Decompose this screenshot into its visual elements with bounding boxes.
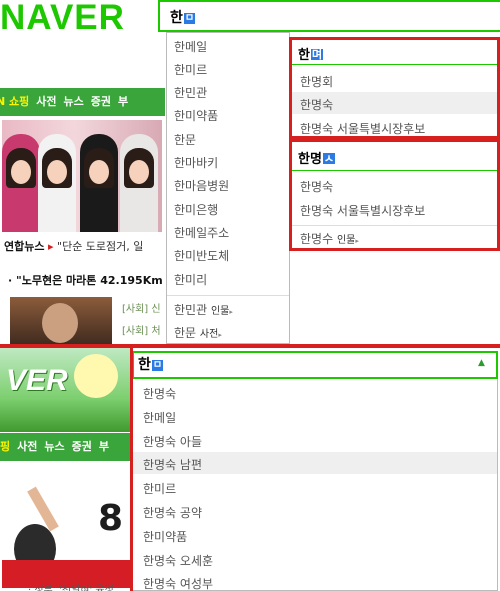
- nav-item-news[interactable]: 뉴스: [64, 95, 84, 108]
- autocomplete-item[interactable]: 한마바키: [174, 154, 218, 171]
- featured-photo[interactable]: [2, 120, 162, 232]
- popup-search-value: 한명 ㅅ: [298, 148, 336, 167]
- person-figure: [120, 134, 158, 232]
- autocomplete-dictionary-item[interactable]: 한문 사전▸: [174, 324, 222, 341]
- news-caption[interactable]: · 정부, '천일혀' 육성: [28, 581, 114, 591]
- autocomplete-person-item[interactable]: 한민관 인물▸: [174, 301, 233, 318]
- arrow-icon: ▸: [47, 240, 54, 253]
- person-figure: [80, 134, 118, 232]
- autocomplete-item[interactable]: 한민관: [174, 84, 207, 101]
- search-typed-text: 한명: [298, 152, 322, 167]
- autocomplete-item-selected[interactable]: 한명숙: [300, 96, 333, 113]
- bottom-screenshot-panel: VER 핑 사전 뉴스 증권 부 8 · 정부, '천일혀' 육성 한ㅁ ▲ 한명숙 한…: [0, 348, 500, 591]
- autocomplete-item[interactable]: 한명숙 서울특별시장후보: [300, 120, 425, 137]
- autocomplete-item[interactable]: 한미약품: [174, 107, 218, 124]
- search-input[interactable]: [158, 0, 500, 32]
- news-headline-secondary[interactable]: · "노무현은 마라톤 42.195Km: [8, 272, 163, 288]
- autocomplete-item[interactable]: 한미리: [174, 271, 207, 288]
- autocomplete-item[interactable]: 한명숙: [143, 385, 176, 402]
- autocomplete-item[interactable]: 한미반도체: [174, 247, 229, 264]
- featured-photo[interactable]: 8: [2, 468, 130, 588]
- autocomplete-item[interactable]: 한명숙: [300, 178, 333, 195]
- nav-item-shopping[interactable]: N 쇼핑: [0, 95, 29, 108]
- category-label: 인물: [336, 235, 356, 246]
- divider: [167, 295, 289, 296]
- popup-search-value: 한며: [298, 44, 324, 63]
- news-headline-secondary-text[interactable]: "노무현은 마라톤 42.195Km: [16, 274, 163, 287]
- autocomplete-item[interactable]: 한메일: [143, 409, 176, 426]
- naver-logo[interactable]: NAVER: [0, 0, 125, 36]
- category-label: 사전: [199, 329, 219, 340]
- autocomplete-item-text: 한민관: [174, 303, 208, 317]
- autocomplete-item[interactable]: 한문: [174, 131, 196, 148]
- nav-item-stocks[interactable]: 증권: [72, 440, 92, 453]
- autocomplete-item[interactable]: 한메일: [174, 38, 207, 55]
- arrow-icon: ▸: [229, 308, 233, 316]
- autocomplete-item[interactable]: 한명숙 여성부: [143, 575, 213, 591]
- autocomplete-person-item[interactable]: 한명수 인물▸: [300, 230, 359, 247]
- main-nav-bar: N 쇼핑 사전 뉴스 증권 부: [0, 88, 165, 116]
- nav-item-news[interactable]: 뉴스: [44, 440, 64, 453]
- search-typed-text: 한: [170, 10, 183, 26]
- nav-item-stocks[interactable]: 증권: [91, 95, 111, 108]
- ime-composing-char: ㅁ: [183, 13, 196, 24]
- nav-item-dictionary[interactable]: 사전: [36, 95, 56, 108]
- news-headline-text[interactable]: "단순 도로점거, 일: [57, 240, 143, 253]
- autocomplete-dropdown: 한메일 한미르 한민관 한미약품 한문 한마바키 한마음병원 한미은행 한메일주…: [166, 32, 290, 344]
- dropdown-arrow-icon[interactable]: ▲: [478, 358, 485, 368]
- nav-item-more[interactable]: 부: [99, 440, 109, 453]
- autocomplete-item[interactable]: 한명숙 공약: [143, 504, 202, 521]
- ime-composing-char: 며: [310, 48, 324, 61]
- news-source: 연합뉴스: [4, 240, 45, 253]
- autocomplete-item-text: 한명수: [300, 232, 334, 246]
- autocomplete-item[interactable]: 한미르: [143, 480, 176, 497]
- search-input-value: 한ㅁ: [170, 7, 196, 27]
- news-tag[interactable]: [사회] 신: [122, 300, 161, 315]
- autocomplete-popup-1: 한며 한명회 한명숙 한명숙 서울특별시장후보: [289, 37, 500, 139]
- autocomplete-item-text: 한문: [174, 326, 197, 340]
- autocomplete-item-selected[interactable]: 한명숙 남편: [143, 456, 202, 473]
- category-label: 인물: [210, 306, 230, 317]
- autocomplete-item[interactable]: 한명숙 아들: [143, 433, 202, 450]
- autocomplete-item[interactable]: 한메일주소: [174, 224, 229, 241]
- ime-composing-char: ㅅ: [322, 152, 336, 165]
- news-headline[interactable]: 연합뉴스 ▸ "단순 도로점거, 일: [4, 238, 143, 254]
- search-input-value: 한ㅁ: [138, 354, 164, 374]
- nav-item-dictionary[interactable]: 사전: [17, 440, 37, 453]
- divider: [292, 225, 497, 226]
- search-typed-text: 한: [298, 48, 310, 63]
- autocomplete-item[interactable]: 한명숙 오세훈: [143, 552, 213, 569]
- arrow-icon: ▸: [218, 331, 222, 339]
- autocomplete-popup-2: 한명 ㅅ 한명숙 한명숙 서울특별시장후보 한명수 인물▸: [289, 139, 500, 251]
- ime-composing-char: ㅁ: [151, 360, 164, 371]
- autocomplete-item[interactable]: 한명회: [300, 73, 333, 90]
- person-figure: [2, 134, 40, 232]
- autocomplete-item[interactable]: 한미약품: [143, 528, 187, 545]
- autocomplete-item[interactable]: 한미은행: [174, 201, 218, 218]
- autocomplete-dropdown: 한명숙 한메일 한명숙 아들 한명숙 남편 한미르 한명숙 공약 한미약품 한명…: [132, 379, 498, 591]
- news-tag[interactable]: [사회] 처: [122, 322, 161, 337]
- autocomplete-item[interactable]: 한마음병원: [174, 177, 229, 194]
- nav-item-more[interactable]: 부: [118, 95, 128, 108]
- banner-text: VER: [6, 364, 68, 397]
- person-figure: [38, 134, 76, 232]
- top-screenshot-panel: NAVER N 쇼핑 사전 뉴스 증권 부 연합뉴스 ▸ "단순 도로점거, 일 · "…: [0, 0, 500, 344]
- divider: [292, 170, 497, 171]
- autocomplete-item[interactable]: 한명숙 서울특별시장후보: [300, 202, 425, 219]
- news-thumbnail[interactable]: [10, 297, 112, 344]
- arrow-icon: ▸: [355, 237, 359, 245]
- search-input[interactable]: [132, 351, 498, 379]
- bullet-icon: ·: [8, 274, 17, 287]
- divider: [292, 64, 497, 65]
- search-typed-text: 한: [138, 357, 151, 373]
- autocomplete-item[interactable]: 한미르: [174, 61, 207, 78]
- main-nav-bar: 핑 사전 뉴스 증권 부: [0, 433, 134, 461]
- nav-item-shopping[interactable]: 핑: [0, 440, 10, 453]
